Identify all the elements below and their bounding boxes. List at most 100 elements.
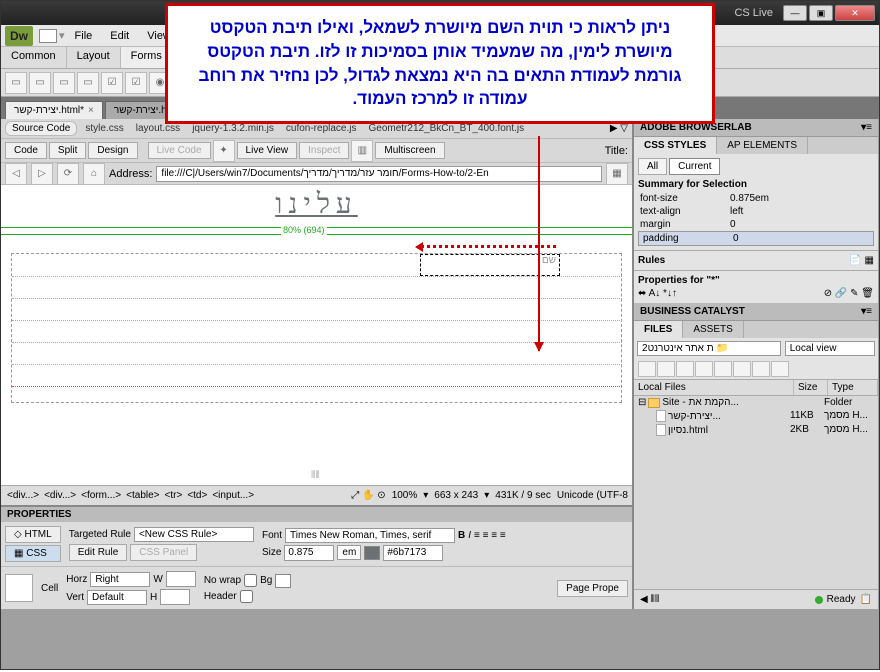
align-buttons[interactable]: ≡ ≡ ≡ ≡	[474, 530, 506, 541]
textarea-icon[interactable]: ▭	[77, 72, 99, 94]
file-row[interactable]: נסיון.html 2KBמסמך H...	[634, 423, 878, 437]
source-code-button[interactable]: Source Code	[5, 121, 77, 136]
multiscreen-button[interactable]: Multiscreen	[375, 142, 444, 159]
sort-icons[interactable]: ⬌ A↓ *↓↑	[638, 288, 677, 299]
put-icon[interactable]	[695, 361, 713, 377]
css-styles-tab[interactable]: CSS STYLES	[634, 137, 717, 154]
bc-panel[interactable]: BUSINESS CATALYST▾≡	[634, 303, 878, 321]
color-swatch[interactable]	[364, 546, 380, 560]
refresh-icon[interactable]: ⟳	[57, 163, 79, 185]
connect-icon[interactable]	[638, 361, 656, 377]
design-view-button[interactable]: Design	[88, 142, 137, 159]
zoom-level[interactable]: 100%	[392, 490, 418, 501]
address-input[interactable]	[156, 166, 602, 182]
get-icon[interactable]	[676, 361, 694, 377]
current-button[interactable]: Current	[669, 158, 720, 175]
css-panel-button[interactable]: CSS Panel	[130, 544, 197, 561]
forward-icon[interactable]: ▷	[31, 163, 53, 185]
color-input[interactable]	[383, 545, 443, 561]
targeted-rule-select[interactable]: <New CSS Rule>	[134, 527, 254, 542]
tab-common[interactable]: Common	[1, 47, 67, 68]
site-row[interactable]: ⊟ Site - הקמת את... Folder	[634, 396, 878, 409]
cell-icon	[5, 574, 33, 602]
expand-icon[interactable]	[771, 361, 789, 377]
close-icon[interactable]: ×	[88, 105, 94, 116]
css-mode-button[interactable]: ▦ CSS	[5, 545, 61, 562]
tag-selector[interactable]: <div...> <div...> <form...> <table> <tr>…	[5, 490, 256, 501]
hidden-field-icon[interactable]: ▭	[53, 72, 75, 94]
live-view-button[interactable]: Live View	[237, 142, 298, 159]
text-field-icon[interactable]: ▭	[29, 72, 51, 94]
font-select[interactable]: Times New Roman, Times, serif	[285, 528, 455, 543]
edit-rule-button[interactable]: Edit Rule	[69, 544, 128, 561]
refresh-icon[interactable]	[657, 361, 675, 377]
html-mode-button[interactable]: ◇ HTML	[5, 526, 61, 543]
width-input[interactable]	[166, 571, 196, 587]
prop-padding[interactable]: padding0	[638, 231, 874, 246]
checkout-icon[interactable]	[714, 361, 732, 377]
live-code-button[interactable]: Live Code	[148, 142, 211, 159]
cslive-label[interactable]: CS Live	[734, 7, 773, 19]
ap-elements-tab[interactable]: AP ELEMENTS	[717, 137, 808, 154]
action-icons[interactable]: ⊘ 🔗 ✎ 🗑	[824, 288, 874, 299]
prop-textalign[interactable]: text-alignleft	[638, 205, 874, 218]
bold-button[interactable]: B	[458, 530, 465, 541]
split-view-button[interactable]: Split	[49, 142, 86, 159]
annotation-measure	[421, 245, 556, 248]
prop-fontsize[interactable]: font-size0.875em	[638, 192, 874, 205]
close-button[interactable]: ✕	[835, 5, 875, 21]
summary-label: Summary for Selection	[638, 179, 874, 190]
vert-select[interactable]: Default	[87, 590, 147, 605]
multiscreen-icon[interactable]: ▥	[351, 140, 373, 162]
doc-status-bar: <div...> <div...> <form...> <table> <tr>…	[1, 485, 632, 505]
checkbox-icon[interactable]: ☑	[101, 72, 123, 94]
checkbox-group-icon[interactable]: ☑	[125, 72, 147, 94]
page-props-button[interactable]: Page Prope	[557, 580, 628, 597]
properties-title: PROPERTIES	[1, 507, 632, 522]
back-icon[interactable]: ◁	[5, 163, 27, 185]
callout-text: ניתן לראות כי תוית השם מיושרת לשמאל, ואי…	[188, 16, 692, 111]
assets-tab[interactable]: ASSETS	[683, 321, 743, 338]
file-columns: Local Files Size Type	[634, 380, 878, 396]
files-tab[interactable]: FILES	[634, 321, 683, 338]
home-icon[interactable]: ⌂	[83, 163, 105, 185]
page-size: 431K / 9 sec	[495, 490, 551, 501]
scroll-indicator: ⦀⦀	[311, 470, 320, 481]
inspect-button[interactable]: Inspect	[299, 142, 349, 159]
size-input[interactable]	[284, 545, 334, 561]
maximize-button[interactable]: ▣	[809, 5, 833, 21]
unit-select[interactable]: em	[337, 545, 361, 560]
rules-icons[interactable]: 📄 ▦	[849, 255, 874, 266]
height-input[interactable]	[160, 589, 190, 605]
annotation-arrow	[538, 136, 540, 351]
file-icon	[656, 410, 666, 422]
menu-file[interactable]: File	[67, 28, 101, 44]
form-table[interactable]	[11, 253, 622, 403]
width-label: 80% (694)	[281, 225, 327, 235]
related-style[interactable]: style.css	[81, 122, 127, 135]
file-tab-1[interactable]: יצירת-קשר.html*×	[5, 101, 103, 119]
layout-icon[interactable]	[39, 29, 57, 43]
rules-label: Rules	[638, 255, 665, 266]
view-select[interactable]: Local view	[785, 341, 875, 356]
address-go-icon[interactable]: ▦	[606, 163, 628, 185]
italic-button[interactable]: I	[468, 530, 471, 541]
form-icon[interactable]: ▭	[5, 72, 27, 94]
title-label: Title:	[605, 145, 628, 157]
nowrap-checkbox[interactable]	[244, 574, 257, 587]
tab-layout[interactable]: Layout	[67, 47, 121, 68]
site-select[interactable]: ת אתר אינטרנט2 📁	[637, 341, 781, 356]
menu-edit[interactable]: Edit	[102, 28, 137, 44]
horz-select[interactable]: Right	[90, 572, 150, 587]
minimize-button[interactable]: —	[783, 5, 807, 21]
inspect-icon[interactable]: ✦	[213, 140, 235, 162]
prop-margin[interactable]: margin0	[638, 218, 874, 231]
file-row[interactable]: יצירת-קשר... 11KBמסמך H...	[634, 409, 878, 423]
properties-panel: PROPERTIES ◇ HTML ▦ CSS Targeted Rule<Ne…	[1, 505, 632, 609]
sync-icon[interactable]	[752, 361, 770, 377]
code-view-button[interactable]: Code	[5, 142, 47, 159]
all-button[interactable]: All	[638, 158, 667, 175]
checkin-icon[interactable]	[733, 361, 751, 377]
header-checkbox[interactable]	[240, 590, 253, 603]
bg-swatch[interactable]	[275, 574, 291, 588]
